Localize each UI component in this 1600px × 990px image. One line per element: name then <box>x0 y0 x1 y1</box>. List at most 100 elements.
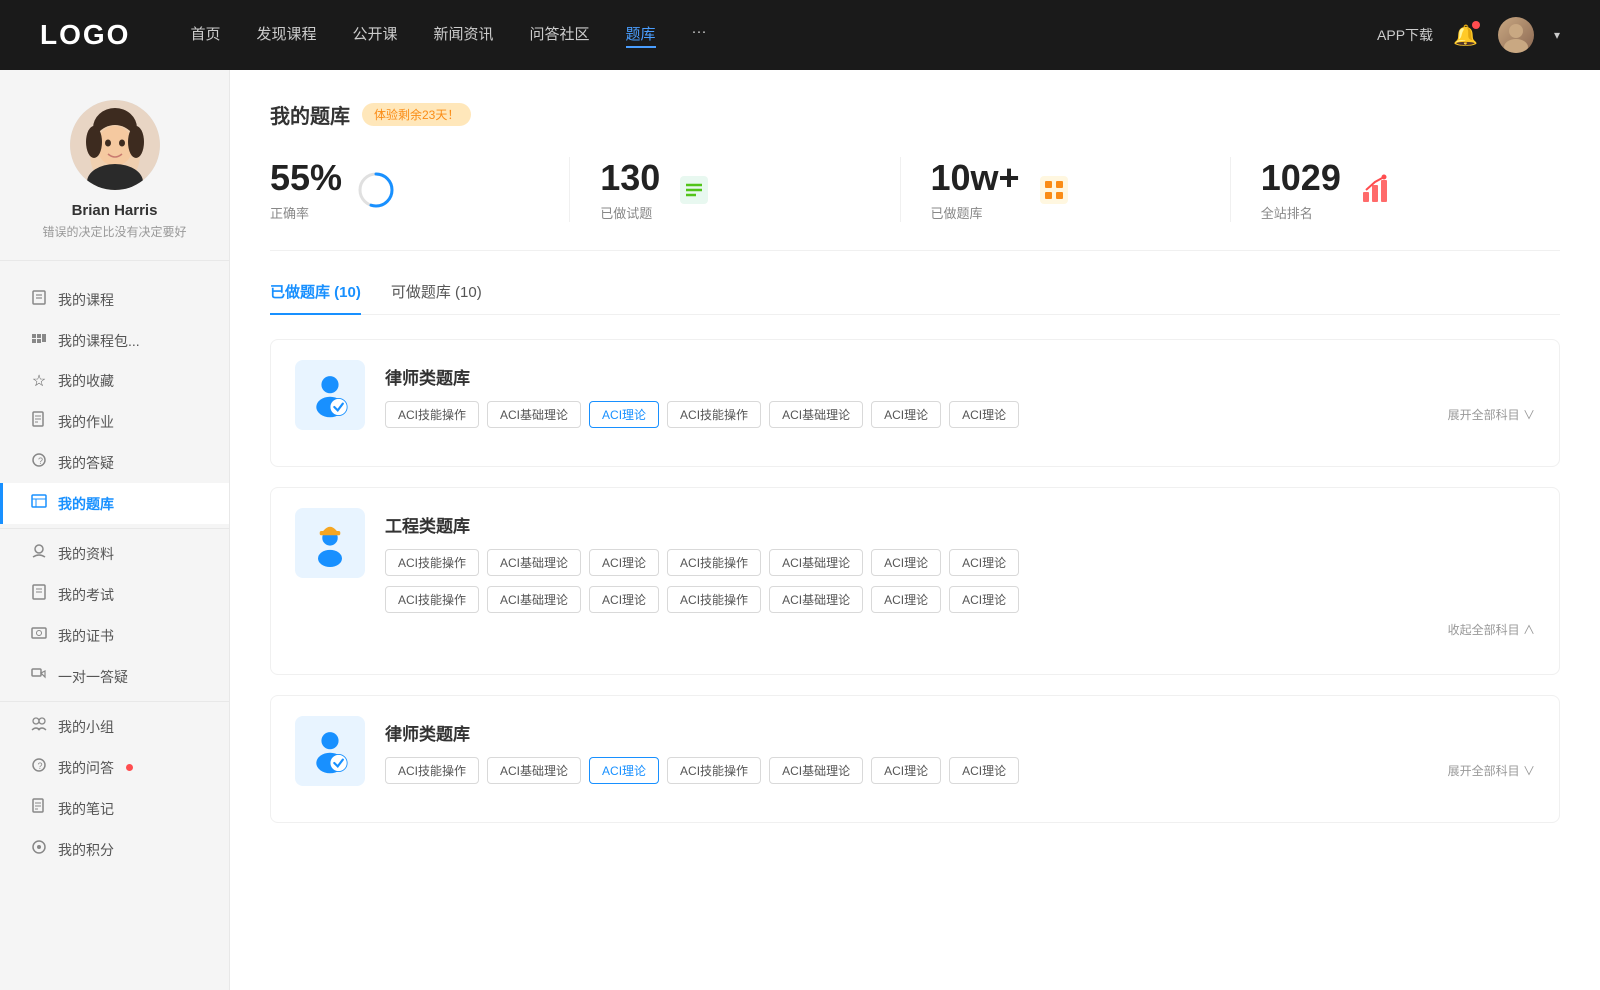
sidebar-label-favorites: 我的收藏 <box>58 371 114 391</box>
sidebar-label-tutor: 一对一答疑 <box>58 667 128 687</box>
sidebar-label-courses: 我的课程 <box>58 290 114 310</box>
tag-1-1[interactable]: ACI技能操作 <box>385 401 479 428</box>
stat-done-questions-info: 130 已做试题 <box>600 157 660 222</box>
sidebar-item-group[interactable]: 我的小组 <box>0 706 229 747</box>
tag-2-4[interactable]: ACI技能操作 <box>667 549 761 576</box>
tag-1-6[interactable]: ACI理论 <box>871 401 941 428</box>
qbank-card-lawyer-2: 律师类题库 ACI技能操作 ACI基础理论 ACI理论 ACI技能操作 ACI基… <box>270 695 1560 823</box>
sidebar-divider-1 <box>0 528 229 529</box>
stat-accuracy: 55% 正确率 <box>270 157 570 222</box>
avatar-image <box>1498 17 1534 53</box>
qbank-card-lawyer-1: 律师类题库 ACI技能操作 ACI基础理论 ACI理论 ACI技能操作 ACI基… <box>270 339 1560 467</box>
stats-row: 55% 正确率 130 已做试题 <box>270 157 1560 251</box>
sidebar-item-courses[interactable]: 我的课程 <box>0 279 229 320</box>
tag-2-10[interactable]: ACI理论 <box>589 586 659 613</box>
stat-accuracy-value: 55% <box>270 157 342 199</box>
sidebar-item-profile[interactable]: 我的资料 <box>0 533 229 574</box>
sidebar-label-answers: 我的答疑 <box>58 453 114 473</box>
tag-2-12[interactable]: ACI基础理论 <box>769 586 863 613</box>
tag-1-7[interactable]: ACI理论 <box>949 401 1019 428</box>
tag-3-6[interactable]: ACI理论 <box>871 757 941 784</box>
stat-ranking-value: 1029 <box>1261 157 1341 199</box>
avatar[interactable] <box>1498 17 1534 53</box>
stat-done-questions: 130 已做试题 <box>570 157 900 222</box>
tag-1-5[interactable]: ACI基础理论 <box>769 401 863 428</box>
tag-2-6[interactable]: ACI理论 <box>871 549 941 576</box>
sidebar-item-notes[interactable]: 我的笔记 <box>0 788 229 829</box>
expand-link-3[interactable]: 展开全部科目 ∨ <box>1448 762 1535 779</box>
svg-text:?: ? <box>38 456 43 466</box>
app-download-button[interactable]: APP下载 <box>1377 25 1433 45</box>
tag-2-2[interactable]: ACI基础理论 <box>487 549 581 576</box>
profile-avatar <box>70 100 160 190</box>
tab-done-banks[interactable]: 已做题库 (10) <box>270 281 361 314</box>
stat-done-questions-label: 已做试题 <box>600 203 660 222</box>
sidebar-item-homework[interactable]: 我的作业 <box>0 401 229 442</box>
profile-chevron-icon[interactable]: ▾ <box>1554 28 1560 42</box>
notification-bell[interactable]: 🔔 <box>1453 23 1478 48</box>
sidebar-menu: 我的课程 我的课程包... ☆ 我的收藏 我的作业 ? <box>0 271 229 878</box>
qbank-card-3-content: 律师类题库 ACI技能操作 ACI基础理论 ACI理论 ACI技能操作 ACI基… <box>385 716 1535 784</box>
tag-3-2[interactable]: ACI基础理论 <box>487 757 581 784</box>
sidebar-label-group: 我的小组 <box>58 717 114 737</box>
tag-row-2-1: ACI技能操作 ACI基础理论 ACI理论 ACI技能操作 ACI基础理论 AC… <box>385 549 1535 576</box>
sidebar-item-myqa[interactable]: ? 我的问答 <box>0 747 229 788</box>
ranking-chart-icon <box>1355 170 1395 210</box>
nav-link-open[interactable]: 公开课 <box>352 23 397 48</box>
stat-ranking: 1029 全站排名 <box>1231 157 1560 222</box>
expand-link-1[interactable]: 展开全部科目 ∨ <box>1448 406 1535 423</box>
banks-grid-icon <box>1034 170 1074 210</box>
svg-text:?: ? <box>38 761 43 771</box>
trial-badge: 体验剩余23天！ <box>362 103 471 126</box>
tag-2-3[interactable]: ACI理论 <box>589 549 659 576</box>
tag-1-3[interactable]: ACI理论 <box>589 401 659 428</box>
sidebar-item-points[interactable]: 我的积分 <box>0 829 229 870</box>
notification-dot <box>1472 21 1480 29</box>
nav-right: APP下载 🔔 ▾ <box>1377 17 1560 53</box>
nav-link-more[interactable]: ··· <box>692 23 707 48</box>
stat-done-banks-value: 10w+ <box>931 157 1020 199</box>
sidebar-item-certificate[interactable]: 我的证书 <box>0 615 229 656</box>
collapse-link[interactable]: 收起全部科目 ∧ <box>385 621 1535 638</box>
homework-icon <box>30 411 48 432</box>
tag-1-2[interactable]: ACI基础理论 <box>487 401 581 428</box>
notes-icon <box>30 798 48 819</box>
sidebar-item-answers[interactable]: ? 我的答疑 <box>0 442 229 483</box>
engineer-bank-icon <box>295 508 365 578</box>
nav-link-discover[interactable]: 发现课程 <box>256 23 316 48</box>
stat-done-banks: 10w+ 已做题库 <box>901 157 1231 222</box>
nav-link-home[interactable]: 首页 <box>190 23 220 48</box>
tag-3-3[interactable]: ACI理论 <box>589 757 659 784</box>
page-title: 我的题库 <box>270 100 350 129</box>
tag-3-5[interactable]: ACI基础理论 <box>769 757 863 784</box>
accuracy-circle-icon <box>356 170 396 210</box>
sidebar-item-favorites[interactable]: ☆ 我的收藏 <box>0 361 229 401</box>
nav-link-qbank[interactable]: 题库 <box>626 23 656 48</box>
nav-link-qa[interactable]: 问答社区 <box>530 23 590 48</box>
tag-3-7[interactable]: ACI理论 <box>949 757 1019 784</box>
sidebar-item-qbank[interactable]: 我的题库 <box>0 483 229 524</box>
tag-row-3: ACI技能操作 ACI基础理论 ACI理论 ACI技能操作 ACI基础理论 AC… <box>385 757 1535 784</box>
tag-2-7[interactable]: ACI理论 <box>949 549 1019 576</box>
sidebar-item-tutor[interactable]: 一对一答疑 <box>0 656 229 697</box>
tag-2-14[interactable]: ACI理论 <box>949 586 1019 613</box>
group-icon <box>30 716 48 737</box>
nav-link-news[interactable]: 新闻资讯 <box>434 23 494 48</box>
tag-2-11[interactable]: ACI技能操作 <box>667 586 761 613</box>
tab-available-banks[interactable]: 可做题库 (10) <box>391 281 482 314</box>
tag-2-13[interactable]: ACI理论 <box>871 586 941 613</box>
tutor-icon <box>30 666 48 687</box>
sidebar-item-packages[interactable]: 我的课程包... <box>0 320 229 361</box>
tag-2-8[interactable]: ACI技能操作 <box>385 586 479 613</box>
tag-1-4[interactable]: ACI技能操作 <box>667 401 761 428</box>
certificate-icon <box>30 625 48 646</box>
tag-2-9[interactable]: ACI基础理论 <box>487 586 581 613</box>
qa-notification-dot <box>126 764 133 771</box>
navbar: LOGO 首页 发现课程 公开课 新闻资讯 问答社区 题库 ··· APP下载 … <box>0 0 1600 70</box>
sidebar-item-exam[interactable]: 我的考试 <box>0 574 229 615</box>
tag-3-1[interactable]: ACI技能操作 <box>385 757 479 784</box>
tag-3-4[interactable]: ACI技能操作 <box>667 757 761 784</box>
tag-2-1[interactable]: ACI技能操作 <box>385 549 479 576</box>
tag-2-5[interactable]: ACI基础理论 <box>769 549 863 576</box>
myqa-icon: ? <box>30 757 48 778</box>
